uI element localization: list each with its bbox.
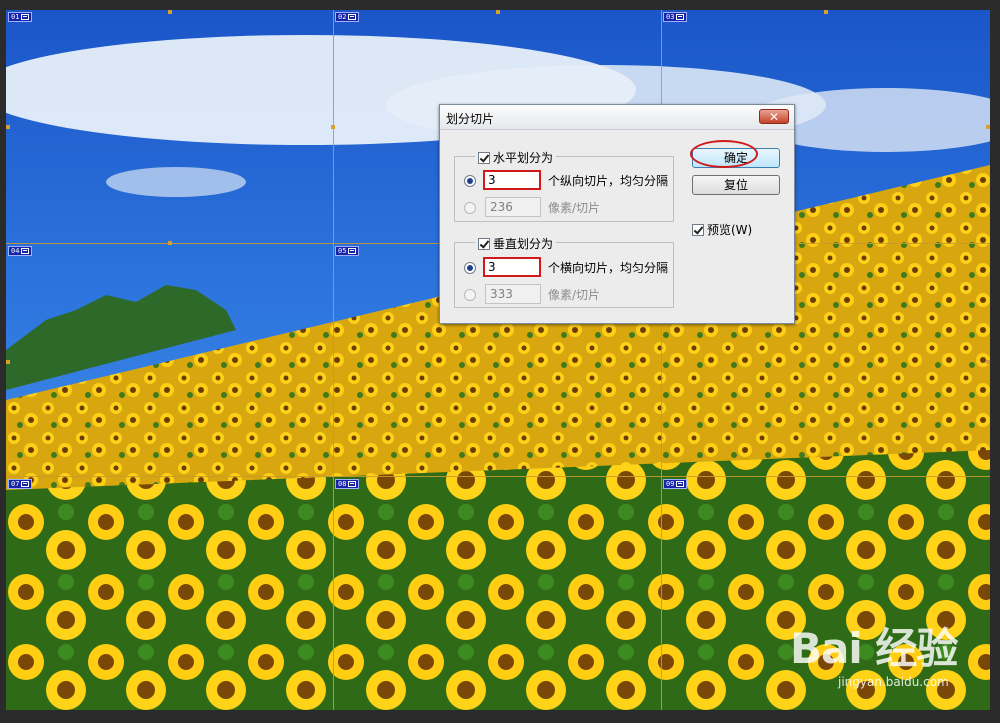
slice-number: 04 (11, 247, 20, 255)
ok-highlight-annotation (690, 140, 758, 168)
baidu-jingyan-watermark: Bai 经验 jingyan.baidu.com (790, 615, 980, 705)
image-slice-icon (676, 14, 685, 20)
horizontal-count-hint: 个纵向切片，均匀分隔 (548, 174, 669, 188)
close-button[interactable]: ✕ (759, 109, 789, 124)
horizontal-divide-checkbox[interactable] (478, 151, 490, 164)
horizontal-pixels-radio[interactable] (464, 202, 476, 214)
slice-number: 01 (11, 13, 20, 21)
slice-number: 03 (666, 13, 675, 21)
preview-checkbox[interactable] (692, 223, 704, 236)
slice-label-09[interactable]: 09 (663, 479, 688, 489)
slice-label-03[interactable]: 03 (663, 12, 688, 22)
image-slice-icon (348, 14, 357, 20)
slice-label-07[interactable]: 07 (8, 479, 33, 489)
slice-handle[interactable] (496, 10, 500, 14)
slice-handle[interactable] (824, 10, 828, 14)
slice-number: 05 (338, 247, 347, 255)
horizontal-count-input[interactable]: 3 (483, 170, 541, 190)
vertical-divide-title[interactable]: 垂直划分为 (475, 235, 557, 252)
vertical-pixels-input[interactable]: 333 (485, 284, 541, 304)
slice-label-08[interactable]: 08 (335, 479, 360, 489)
image-slice-icon (348, 481, 357, 487)
preview-label: 预览(W) (707, 223, 753, 237)
slice-handle[interactable] (986, 360, 990, 364)
slice-handle[interactable] (168, 241, 172, 245)
slice-label-05[interactable]: 05 (335, 246, 360, 256)
close-icon: ✕ (768, 110, 780, 124)
image-slice-icon (21, 14, 30, 20)
preview-option[interactable]: 预览(W) (692, 221, 752, 238)
slice-label-04[interactable]: 04 (8, 246, 33, 256)
reset-button[interactable]: 复位 (692, 175, 780, 195)
horizontal-pixels-hint: 像素/切片 (548, 201, 601, 215)
horizontal-pixels-input[interactable]: 236 (485, 197, 541, 217)
vertical-pixels-hint: 像素/切片 (548, 288, 601, 302)
image-slice-icon (676, 481, 685, 487)
image-slice-icon (21, 481, 30, 487)
divide-slice-dialog: 划分切片 ✕ 水平划分为 3 个纵向切片，均匀分隔 236 像素/切片 垂直划分… (439, 104, 795, 324)
slice-handle[interactable] (6, 360, 10, 364)
slice-handle[interactable] (6, 125, 10, 129)
horizontal-divide-label: 水平划分为 (493, 151, 554, 165)
vertical-pixels-radio[interactable] (464, 289, 476, 301)
vertical-count-hint: 个横向切片，均匀分隔 (548, 261, 669, 275)
slice-guide-vertical-1[interactable] (333, 10, 334, 710)
horizontal-divide-title[interactable]: 水平划分为 (475, 149, 557, 166)
horizontal-divide-group: 水平划分为 3 个纵向切片，均匀分隔 236 像素/切片 (454, 149, 674, 222)
horizontal-count-radio[interactable] (464, 175, 476, 187)
slice-handle[interactable] (986, 125, 990, 129)
vertical-divide-group: 垂直划分为 3 个横向切片，均匀分隔 333 像素/切片 (454, 235, 674, 308)
image-slice-icon (21, 248, 30, 254)
vertical-divide-label: 垂直划分为 (493, 237, 554, 251)
vertical-count-radio[interactable] (464, 262, 476, 274)
dialog-titlebar[interactable]: 划分切片 ✕ (440, 105, 794, 130)
slice-label-01[interactable]: 01 (8, 12, 33, 22)
image-slice-icon (348, 248, 357, 254)
vertical-divide-checkbox[interactable] (478, 237, 490, 250)
slice-number: 07 (11, 480, 20, 488)
slice-number: 09 (666, 480, 675, 488)
slice-handle[interactable] (331, 125, 335, 129)
dialog-title: 划分切片 (446, 112, 495, 126)
watermark-url: jingyan.baidu.com (838, 675, 949, 689)
slice-number: 02 (338, 13, 347, 21)
slice-label-02[interactable]: 02 (335, 12, 360, 22)
slice-handle[interactable] (168, 10, 172, 14)
slice-number: 08 (338, 480, 347, 488)
slice-guide-horizontal-2[interactable] (6, 476, 990, 477)
watermark-logo: Bai 经验 (790, 624, 958, 673)
vertical-count-input[interactable]: 3 (483, 257, 541, 277)
